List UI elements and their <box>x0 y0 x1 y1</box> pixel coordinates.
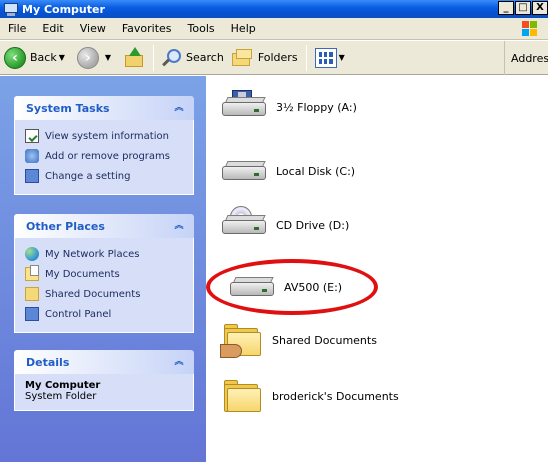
item-label: Local Disk (C:) <box>276 164 356 178</box>
task-view-system-information[interactable]: View system information <box>25 126 183 146</box>
drive-item-av500[interactable]: AV500 (E:) <box>228 270 488 304</box>
toolbar-separator <box>305 44 307 71</box>
task-change-setting[interactable]: Change a setting <box>25 166 183 186</box>
place-my-network-places[interactable]: My Network Places <box>25 244 183 264</box>
task-label: Add or remove programs <box>45 150 170 162</box>
place-label: Control Panel <box>45 308 112 320</box>
collapse-chevron-icon[interactable]: ︽ <box>172 219 186 233</box>
folder-item-brodericks-documents[interactable]: broderick's Documents <box>220 378 480 414</box>
close-button[interactable]: X <box>532 1 548 15</box>
views-icon <box>314 47 337 68</box>
place-my-documents[interactable]: My Documents <box>25 264 183 284</box>
floppy-drive-icon <box>220 90 268 124</box>
system-tasks-panel: System Tasks ︽ View system information A… <box>14 96 194 195</box>
system-tasks-header[interactable]: System Tasks ︽ <box>14 96 194 120</box>
place-label: My Network Places <box>45 248 140 260</box>
up-folder-icon[interactable] <box>123 46 145 69</box>
place-label: My Documents <box>45 268 120 280</box>
details-header[interactable]: Details ︽ <box>14 350 194 374</box>
system-tasks-body: View system information Add or remove pr… <box>14 120 194 195</box>
folder-item-shared-documents[interactable]: Shared Documents <box>220 322 480 358</box>
folder-icon <box>25 287 39 301</box>
folder-icon <box>224 378 264 414</box>
other-places-body: My Network Places My Documents Shared Do… <box>14 238 194 333</box>
task-pane: System Tasks ︽ View system information A… <box>0 76 206 462</box>
windows-logo-icon <box>522 21 538 37</box>
drive-item-cd[interactable]: CD Drive (D:) <box>220 206 480 242</box>
task-label: Change a setting <box>45 170 131 182</box>
item-label: AV500 (E:) <box>284 280 343 294</box>
menu-view[interactable]: View <box>72 22 114 35</box>
add-remove-programs-icon <box>25 149 39 163</box>
back-arrow-icon: ‹ <box>4 46 26 69</box>
cd-drive-icon <box>220 206 268 242</box>
folders-button[interactable]: Folders <box>228 44 302 72</box>
search-icon <box>162 48 182 68</box>
drive-item-local-disk[interactable]: Local Disk (C:) <box>220 154 480 188</box>
minimize-button[interactable]: _ <box>498 1 514 15</box>
control-panel-icon <box>25 169 39 183</box>
drive-item-floppy[interactable]: 3½ Floppy (A:) <box>220 90 480 124</box>
menu-help[interactable]: Help <box>223 22 264 35</box>
back-dropdown-icon[interactable]: ▼ <box>59 53 65 62</box>
forward-dropdown-icon[interactable]: ▼ <box>105 53 111 62</box>
details-type: System Folder <box>25 391 97 402</box>
collapse-chevron-icon[interactable]: ︽ <box>172 101 186 115</box>
other-places-panel: Other Places ︽ My Network Places My Docu… <box>14 214 194 333</box>
views-button[interactable]: ▼ <box>311 44 353 72</box>
menu-file[interactable]: File <box>0 22 34 35</box>
title-bar: My Computer _ □ X <box>0 0 548 18</box>
item-label: CD Drive (D:) <box>276 218 350 232</box>
details-body: My Computer System Folder <box>14 374 194 411</box>
item-label: broderick's Documents <box>272 389 399 403</box>
file-list: 3½ Floppy (A:) Local Disk (C:) CD Drive … <box>206 76 548 462</box>
removable-drive-icon <box>228 270 276 304</box>
my-computer-icon <box>4 2 18 16</box>
other-places-title: Other Places <box>26 219 105 233</box>
search-label: Search <box>186 51 224 64</box>
forward-arrow-icon: › <box>76 46 99 69</box>
control-panel-icon <box>25 307 39 321</box>
maximize-button[interactable]: □ <box>515 1 531 15</box>
system-tasks-title: System Tasks <box>26 101 110 115</box>
menu-tools[interactable]: Tools <box>180 22 223 35</box>
task-add-remove-programs[interactable]: Add or remove programs <box>25 146 183 166</box>
forward-button[interactable]: › ▼ <box>73 44 119 72</box>
menu-edit[interactable]: Edit <box>34 22 71 35</box>
menu-bar: File Edit View Favorites Tools Help <box>0 18 548 40</box>
back-label: Back <box>30 51 57 64</box>
shared-folder-icon <box>220 322 264 358</box>
details-title: Details <box>26 355 70 369</box>
network-places-icon <box>25 247 39 261</box>
system-info-icon <box>25 129 39 143</box>
other-places-header[interactable]: Other Places ︽ <box>14 214 194 238</box>
back-button[interactable]: ‹ Back ▼ <box>0 44 73 72</box>
toolbar-separator <box>153 44 155 71</box>
toolbar: ‹ Back ▼ › ▼ Search Folders ▼ Address <box>0 41 548 75</box>
collapse-chevron-icon[interactable]: ︽ <box>172 355 186 369</box>
address-bar-label: Address <box>504 41 548 75</box>
item-label: 3½ Floppy (A:) <box>276 100 357 114</box>
task-label: View system information <box>45 130 169 142</box>
menu-favorites[interactable]: Favorites <box>114 22 180 35</box>
my-documents-icon <box>25 265 39 281</box>
place-label: Shared Documents <box>45 288 141 300</box>
hard-disk-icon <box>220 154 268 188</box>
details-name: My Computer <box>25 380 101 391</box>
folders-label: Folders <box>257 51 298 64</box>
views-dropdown-icon[interactable]: ▼ <box>339 53 345 62</box>
place-control-panel[interactable]: Control Panel <box>25 304 183 324</box>
place-shared-documents[interactable]: Shared Documents <box>25 284 183 304</box>
search-button[interactable]: Search <box>158 44 228 72</box>
details-panel: Details ︽ My Computer System Folder <box>14 350 194 411</box>
item-label: Shared Documents <box>272 333 377 347</box>
window-controls: _ □ X <box>498 1 548 15</box>
folders-icon <box>231 48 254 67</box>
window-title: My Computer <box>22 2 105 16</box>
